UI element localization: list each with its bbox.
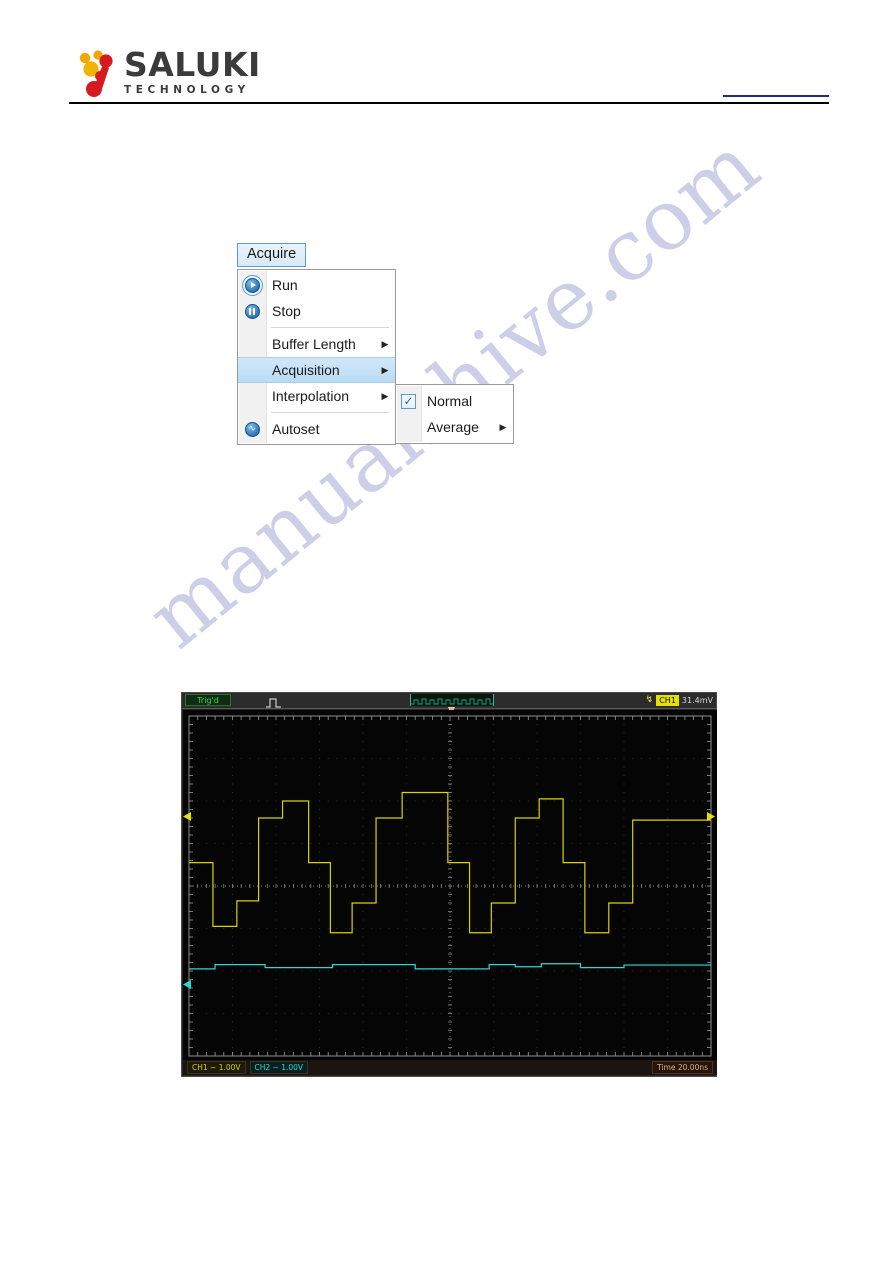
menu-item-buffer-length[interactable]: Buffer Length ▶	[238, 331, 395, 357]
autoset-icon: ∿	[238, 416, 266, 442]
menu-item-interpolation[interactable]: Interpolation ▶	[238, 383, 395, 409]
stop-pause-icon	[238, 298, 266, 324]
trigger-readout-group: ↯ CH1 31.4mV	[646, 694, 713, 706]
menu-item-run[interactable]: Run	[238, 272, 395, 298]
menu-item-label: Run	[272, 277, 298, 293]
menu-item-icon-slot	[238, 357, 266, 383]
checked-checkbox-icon: ✓	[396, 388, 421, 414]
brand-logo: SALUKI TECHNOLOGY	[78, 48, 338, 100]
menu-item-icon-slot	[238, 383, 266, 409]
brand-wordmark: SALUKI TECHNOLOGY	[124, 48, 334, 97]
scope-channel-bar: CH1 ~ 1.00V CH2 ~ 1.00V Time 20.00ns	[183, 1060, 717, 1075]
menu-item-stop[interactable]: Stop	[238, 298, 395, 324]
brand-tagline: TECHNOLOGY	[124, 84, 250, 96]
header-accent-rule	[723, 95, 829, 97]
brand-name: SALUKI	[124, 45, 261, 84]
trigger-source-badge: CH1	[656, 694, 679, 706]
scope-waveform-canvas	[183, 710, 717, 1062]
menu-item-acquisition[interactable]: Acquisition ▶	[238, 357, 395, 383]
scope-plot-area	[183, 710, 717, 1062]
acquisition-submenu: ✓ Normal Average ▶	[395, 384, 514, 444]
acquire-menu-figure: Acquire Run Stop Buffer Length ▶ Acquisi…	[237, 243, 514, 445]
chevron-right-icon: ▶	[381, 339, 389, 349]
check-mark-icon: ✓	[403, 394, 414, 408]
menu-item-label: Interpolation	[272, 388, 350, 404]
page-header: SALUKI TECHNOLOGY	[0, 0, 893, 110]
ch1-readout[interactable]: CH1 ~ 1.00V	[187, 1061, 246, 1074]
menu-separator	[271, 327, 389, 328]
trigger-level-arrow-icon: ↯	[645, 695, 654, 705]
run-play-icon	[238, 272, 266, 298]
submenu-item-icon-slot	[396, 414, 421, 440]
submenu-item-average[interactable]: Average ▶	[396, 414, 513, 440]
menu-item-autoset[interactable]: ∿ Autoset	[238, 416, 395, 442]
rising-edge-icon	[266, 695, 282, 708]
menu-item-label: Acquisition	[272, 362, 340, 378]
submenu-item-normal[interactable]: ✓ Normal	[396, 388, 513, 414]
menu-item-label: Stop	[272, 303, 301, 319]
submenu-item-label: Normal	[427, 393, 473, 409]
chevron-right-icon: ▶	[381, 365, 389, 375]
menu-item-label: Autoset	[272, 421, 320, 437]
menu-item-label: Buffer Length	[272, 336, 356, 352]
oscilloscope-screenshot: Trig'd ↯ CH1 31.4mV CH1 ~ 1.00V CH2 ~ 1.…	[181, 692, 717, 1077]
chevron-right-icon: ▶	[499, 422, 507, 432]
saluki-dots-logo-icon	[78, 50, 122, 98]
header-divider	[69, 102, 829, 104]
submenu-item-label: Average	[427, 419, 479, 435]
ch2-readout[interactable]: CH2 ~ 1.00V	[249, 1061, 309, 1074]
trigger-waveform-preview	[410, 694, 494, 706]
trigger-level-value: 31.4mV	[681, 695, 713, 705]
menu-separator	[271, 412, 389, 413]
scope-status-bar: Trig'd ↯ CH1 31.4mV	[182, 693, 716, 716]
menu-item-icon-slot	[238, 331, 266, 357]
acquire-button[interactable]: Acquire	[237, 243, 307, 267]
chevron-right-icon: ▶	[381, 391, 389, 401]
timebase-readout[interactable]: Time 20.00ns	[652, 1061, 713, 1074]
trigger-status-badge: Trig'd	[185, 694, 231, 706]
acquire-dropdown-menu: Run Stop Buffer Length ▶ Acquisition ▶ I…	[237, 269, 514, 445]
